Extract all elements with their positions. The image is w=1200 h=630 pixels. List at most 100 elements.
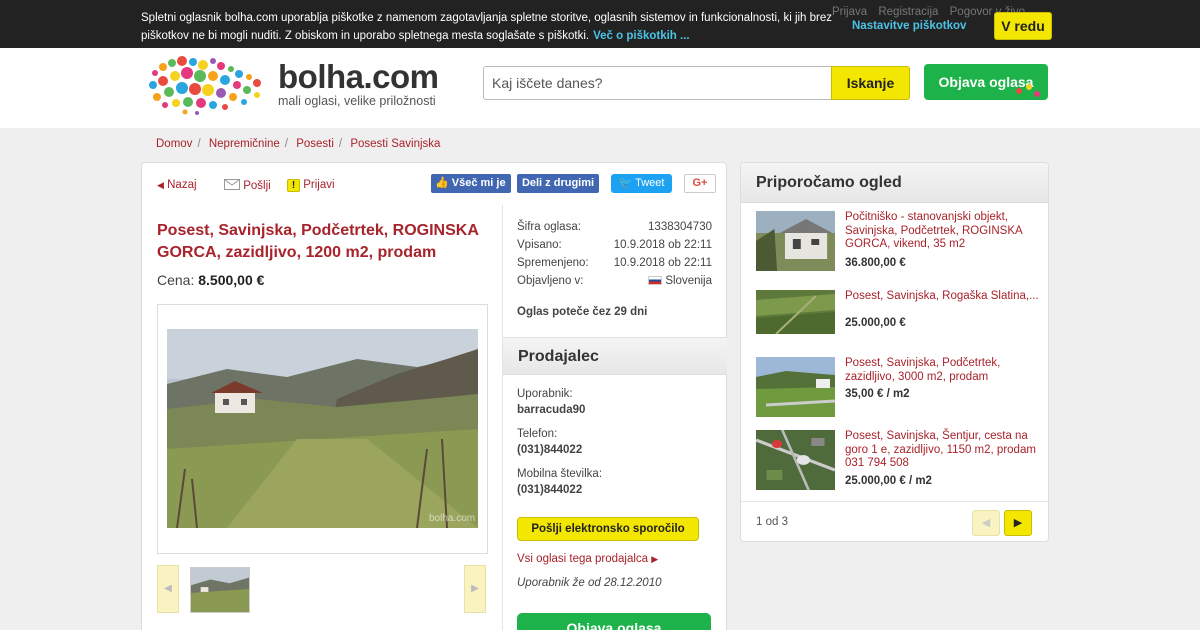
back-link[interactable]: ◀ Nazaj — [157, 179, 197, 191]
bottom-post-ad-button[interactable]: Objava oglasa — [517, 613, 711, 630]
post-ad-dot — [1026, 84, 1032, 90]
google-plus-button[interactable]: G+ — [684, 174, 716, 193]
thumbnail-prev-button[interactable]: ◀ — [157, 565, 179, 613]
logo-text[interactable]: bolha.com — [278, 58, 439, 96]
report-link[interactable]: ! Prijavi — [287, 179, 335, 192]
ad-price: Cena: 8.500,00 € — [157, 272, 264, 288]
back-label: Nazaj — [167, 179, 197, 191]
tweet-label: Tweet — [635, 177, 665, 189]
recommended-header: Priporočamo ogled — [741, 163, 1048, 203]
recommended-price: 36.800,00 € — [845, 257, 906, 269]
facebook-share-button[interactable]: Deli z drugimi — [517, 174, 599, 193]
info-row-published: Objavljeno v: Slovenija — [517, 275, 712, 293]
info-label: Spremenjeno: — [517, 257, 589, 269]
cookie-accept-button[interactable]: V redu — [994, 12, 1052, 40]
all-ads-label: Vsi oglasi tega prodajalca — [517, 553, 649, 565]
recommended-thumbnail[interactable] — [756, 430, 835, 490]
search-button[interactable]: Iskanje — [831, 66, 910, 100]
info-row-posted: Vpisano: 10.9.2018 ob 22:11 — [517, 239, 712, 257]
thumbnail-image[interactable] — [190, 567, 250, 613]
recommended-item[interactable]: Posest, Savinjska, Rogaška Slatina,... 2… — [756, 290, 1046, 338]
price-value: 8.500,00 € — [198, 272, 265, 288]
left-arrow-icon: ◀ — [981, 517, 991, 529]
mobile-value: (031)844022 — [517, 484, 583, 496]
column-divider — [502, 205, 503, 630]
pager-text: 1 od 3 — [756, 516, 788, 528]
bolha-logo-icon[interactable] — [145, 55, 270, 115]
post-ad-button[interactable]: Objava oglasa — [924, 64, 1048, 100]
recommended-title[interactable]: Posest, Savinjska, Rogaška Slatina,... — [845, 290, 1047, 304]
recommended-title[interactable]: Počitniško - stanovanjski objekt, Savinj… — [845, 211, 1047, 252]
breadcrumb-home[interactable]: Domov — [156, 138, 192, 150]
register-link[interactable]: Registracija — [878, 6, 938, 18]
info-label: Šifra oglasa: — [517, 221, 581, 233]
pager-prev-button[interactable]: ◀ — [972, 510, 1000, 536]
like-label: Všeč mi je — [451, 177, 506, 189]
breadcrumb: Domov / Nepremičnine / Posesti / Posesti Sa… — [156, 138, 441, 150]
info-value: 10.9.2018 ob 22:11 — [613, 257, 712, 269]
send-link[interactable]: Pošlji — [224, 179, 271, 192]
recommended-thumbnail[interactable] — [756, 211, 835, 271]
post-ad-dot — [1016, 88, 1022, 94]
recommended-panel: Priporočamo ogled Počitniško - stanovanj… — [740, 162, 1049, 542]
right-triangle-icon: ▶ — [651, 554, 659, 564]
info-row-modified: Spremenjeno: 10.9.2018 ob 22:11 — [517, 257, 712, 275]
recommended-price: 35,00 € / m2 — [845, 388, 910, 400]
search-input[interactable] — [483, 66, 833, 100]
recommended-thumbnail[interactable] — [756, 357, 835, 417]
recommended-item[interactable]: Posest, Savinjska, Šentjur, cesta na gor… — [756, 430, 1046, 492]
ad-info: Šifra oglasa: 1338304730 Vpisano: 10.9.201… — [517, 221, 712, 293]
seller-heading: Prodajalec — [518, 348, 599, 365]
warning-icon: ! — [287, 179, 300, 192]
cookie-settings-link[interactable]: Nastavitve piškotkov — [852, 20, 966, 32]
mobile-label: Mobilna številka: — [517, 468, 603, 480]
thumbnail-strip: ◀ ▶ — [157, 565, 488, 615]
envelope-icon — [224, 179, 240, 190]
photo-watermark: bolha.com — [429, 513, 475, 524]
report-label: Prijavi — [303, 179, 335, 191]
ad-detail-panel: ◀ Nazaj Pošlji ! Prijavi 👍 Všeč mi je De… — [141, 162, 727, 630]
seller-info: Uporabnik: barracuda90 Telefon: (031)844… — [517, 388, 602, 508]
recommended-heading: Priporočamo ogled — [756, 174, 902, 191]
cookie-text: Spletni oglasnik bolha.com uporablja piš… — [141, 9, 846, 45]
breadcrumb-properties[interactable]: Posesti — [296, 138, 334, 150]
phone-label: Telefon: — [517, 428, 558, 440]
country-name: Slovenija — [665, 275, 712, 287]
thumbnail-next-button[interactable]: ▶ — [464, 565, 486, 613]
recommended-item[interactable]: Počitniško - stanovanjski objekt, Savinj… — [756, 211, 1046, 275]
info-row-id: Šifra oglasa: 1338304730 — [517, 221, 712, 239]
user-value: barracuda90 — [517, 404, 586, 416]
cookie-message: Spletni oglasnik bolha.com uporablja piš… — [141, 12, 833, 42]
photo-frame: bolha.com — [157, 304, 488, 554]
info-label: Vpisano: — [517, 239, 562, 251]
recommended-title[interactable]: Posest, Savinjska, Šentjur, cesta na gor… — [845, 430, 1047, 471]
left-arrow-icon: ◀ — [164, 583, 172, 594]
twitter-bird-icon: 🐦 — [618, 177, 633, 189]
phone-value: (031)844022 — [517, 444, 583, 456]
member-since: Uporabnik že od 28.12.2010 — [517, 577, 662, 589]
recommended-item[interactable]: Posest, Savinjska, Podčetrtek, zazidljiv… — [756, 357, 1046, 417]
logo-tagline: mali oglasi, velike priložnosti — [278, 94, 436, 108]
right-arrow-icon: ▶ — [1013, 517, 1023, 529]
user-label: Uporabnik: — [517, 388, 573, 400]
recommended-price: 25.000,00 € — [845, 317, 906, 329]
price-label: Cena: — [157, 272, 195, 288]
recommended-title[interactable]: Posest, Savinjska, Podčetrtek, zazidljiv… — [845, 357, 1047, 384]
facebook-like-button[interactable]: 👍 Všeč mi je — [431, 174, 511, 193]
panel-divider — [741, 501, 1048, 502]
pager-next-button[interactable]: ▶ — [1004, 510, 1032, 536]
ad-expires: Oglas poteče čez 29 dni — [517, 306, 648, 318]
breadcrumb-properties-savinjska[interactable]: Posesti Savinjska — [350, 138, 440, 150]
all-seller-ads-link[interactable]: Vsi oglasi tega prodajalca ▶ — [517, 553, 658, 565]
recommended-thumbnail[interactable] — [756, 290, 835, 334]
info-value: 10.9.2018 ob 22:11 — [613, 239, 712, 251]
ad-toolbar: ◀ Nazaj Pošlji ! Prijavi 👍 Všeč mi je De… — [142, 163, 726, 205]
send-message-button[interactable]: Pošlji elektronsko sporočilo — [517, 517, 699, 541]
tweet-button[interactable]: 🐦 Tweet — [611, 174, 672, 193]
cookie-more-link[interactable]: Več o piškotkih ... — [593, 30, 690, 42]
main-photo[interactable]: bolha.com — [167, 329, 478, 528]
breadcrumb-real-estate[interactable]: Nepremičnine — [209, 138, 280, 150]
right-arrow-icon: ▶ — [471, 583, 479, 594]
recommended-price: 25.000,00 € / m2 — [845, 475, 932, 487]
post-ad-dot — [1034, 91, 1040, 97]
